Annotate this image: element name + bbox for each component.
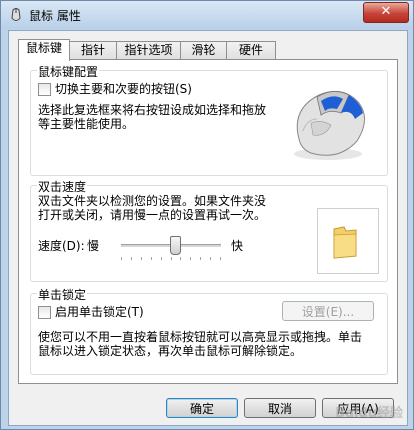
- switch-buttons-label[interactable]: 切换主要和次要的按钮(S): [55, 82, 192, 96]
- title-bar[interactable]: 鼠标 属性 ✕: [1, 1, 413, 29]
- mouse-properties-window: 鼠标 属性 ✕ 鼠标键 指针 指针选项 滑轮 硬件 鼠标键配置 切换主要和次要的…: [0, 0, 414, 430]
- button-config-group-label: 鼠标键配置: [37, 63, 100, 80]
- slider-tick: [210, 257, 211, 260]
- test-folder-area[interactable]: [317, 208, 379, 274]
- tab-panel-buttons: 鼠标键配置 切换主要和次要的按钮(S) 选择此复选框来将右按钮设成如选择和拖放 …: [18, 59, 398, 384]
- double-click-description-2: 打开或关闭，请用慢一点的设置再试一次。: [38, 208, 267, 222]
- double-click-speed-slider[interactable]: [121, 236, 221, 266]
- mouse-icon: [11, 8, 21, 21]
- tab-hardware[interactable]: 硬件: [226, 41, 276, 60]
- slider-tick: [131, 257, 132, 260]
- tab-pointer-options[interactable]: 指针选项: [116, 41, 181, 60]
- double-click-description-1: 双击文件夹以检测您的设置。如果文件夹没: [38, 194, 267, 208]
- click-lock-description-2: 鼠标以进入锁定状态，再次单击鼠标可解除锁定。: [38, 344, 303, 358]
- tab-buttons[interactable]: 鼠标键: [18, 39, 70, 61]
- click-lock-group: 单击锁定 启用单击锁定(T) 设置(E)... 使您可以不用一直按着鼠标按钮就可…: [30, 286, 388, 375]
- click-lock-description-1: 使您可以不用一直按着鼠标按钮就可以高亮显示或拖拽。单击: [38, 330, 363, 344]
- double-click-group-label: 双击速度: [37, 178, 88, 195]
- cancel-button[interactable]: 取消: [244, 398, 316, 418]
- folder-icon[interactable]: [330, 225, 360, 259]
- slider-tick: [190, 257, 191, 260]
- watermark: Baidu经验: [335, 406, 403, 421]
- slow-label: 慢: [87, 239, 100, 253]
- click-lock-group-label: 单击锁定: [37, 286, 88, 303]
- window-title: 鼠标 属性: [29, 9, 81, 23]
- slider-tick: [161, 257, 162, 260]
- speed-label: 速度(D):: [38, 239, 85, 253]
- double-click-group: 双击速度 双击文件夹以检测您的设置。如果文件夹没 打开或关闭，请用慢一点的设置再…: [30, 178, 388, 282]
- click-lock-settings-button[interactable]: 设置(E)...: [282, 301, 374, 321]
- tab-pointers[interactable]: 指针: [69, 41, 117, 60]
- slider-tick: [121, 257, 122, 260]
- slider-tick: [220, 257, 221, 260]
- dialog-client-area: 鼠标键 指针 指针选项 滑轮 硬件 鼠标键配置 切换主要和次要的按钮(S) 选择…: [8, 30, 408, 426]
- slider-thumb[interactable]: [170, 236, 181, 255]
- tab-wheel[interactable]: 滑轮: [180, 41, 227, 60]
- switch-buttons-description-2: 等主要性能使用。: [38, 117, 135, 131]
- fast-label: 快: [231, 239, 244, 253]
- mouse-illustration: [294, 90, 365, 160]
- click-lock-label[interactable]: 启用单击锁定(T): [55, 305, 144, 319]
- slider-tick: [151, 257, 152, 260]
- switch-buttons-checkbox[interactable]: [38, 83, 51, 96]
- slider-tick: [180, 257, 181, 260]
- slider-tick: [141, 257, 142, 260]
- close-button[interactable]: ✕: [363, 2, 409, 23]
- slider-tick: [200, 257, 201, 260]
- click-lock-checkbox[interactable]: [38, 306, 51, 319]
- button-config-group: 鼠标键配置 切换主要和次要的按钮(S) 选择此复选框来将右按钮设成如选择和拖放 …: [30, 63, 388, 176]
- switch-buttons-description-1: 选择此复选框来将右按钮设成如选择和拖放: [38, 103, 267, 117]
- ok-button[interactable]: 确定: [166, 398, 238, 418]
- slider-tick: [171, 257, 172, 260]
